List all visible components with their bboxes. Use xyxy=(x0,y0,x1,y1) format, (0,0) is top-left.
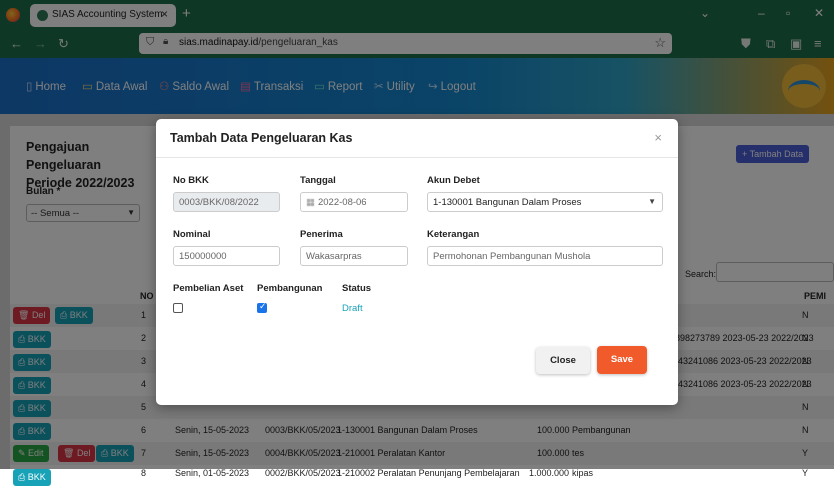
akun-debet-select[interactable]: 1-130001 Bangunan Dalam Proses ▼ xyxy=(427,192,663,212)
pembangunan-label: Pembangunan xyxy=(257,283,323,294)
cell-ket: kipas xyxy=(572,468,594,478)
keterangan-field[interactable]: Permohonan Pembangunan Mushola xyxy=(427,246,663,266)
divider xyxy=(156,157,678,158)
save-button[interactable]: Save xyxy=(597,346,647,374)
tanggal-value: 2022-08-06 xyxy=(317,197,367,208)
keterangan-label: Keterangan xyxy=(427,229,480,240)
tanggal-field[interactable]: ▦ 2022-08-06 xyxy=(300,192,408,212)
modal-title: Tambah Data Pengeluaran Kas xyxy=(170,131,353,145)
close-button[interactable]: Close xyxy=(536,347,590,374)
add-expense-modal: Tambah Data Pengeluaran Kas × No BKK 000… xyxy=(156,119,678,405)
pembelian-aset-label: Pembelian Aset xyxy=(173,283,244,294)
cell-akun: 1-210002 Peralatan Penunjang Pembelajara… xyxy=(337,468,520,478)
calendar-icon: ▦ xyxy=(306,197,315,208)
penerima-field[interactable]: Wakasarpras xyxy=(300,246,408,266)
pembelian-aset-checkbox[interactable] xyxy=(173,303,183,313)
akun-debet-value: 1-130001 Bangunan Dalam Proses xyxy=(433,197,582,208)
cell-tail: Y xyxy=(802,468,809,478)
tanggal-label: Tanggal xyxy=(300,175,336,186)
pembangunan-checkbox[interactable] xyxy=(257,301,267,313)
cell-bkk: 0002/BKK/05/2023 xyxy=(265,468,341,478)
cell-date: Senin, 01-05-2023 xyxy=(175,468,250,478)
no-bkk-field[interactable]: 0003/BKK/08/2022 xyxy=(173,192,280,212)
status-label: Status xyxy=(342,283,372,294)
modal-backdrop-top xyxy=(0,0,834,114)
nominal-label: Nominal xyxy=(173,229,211,240)
bkk-button[interactable]: ⎙ BKK xyxy=(13,469,51,486)
close-icon[interactable]: × xyxy=(654,130,662,145)
status-value: Draft xyxy=(342,303,363,314)
bkk-button-label: BKK xyxy=(27,472,46,482)
penerima-label: Penerima xyxy=(300,229,343,240)
cell-no: 8 xyxy=(141,468,147,478)
akun-debet-label: Akun Debet xyxy=(427,175,480,186)
no-bkk-label: No BKK xyxy=(173,175,209,186)
cell-amount: 1.000.000 xyxy=(529,468,570,478)
nominal-field[interactable]: 150000000 xyxy=(173,246,280,266)
caret-down-icon: ▼ xyxy=(648,197,656,206)
